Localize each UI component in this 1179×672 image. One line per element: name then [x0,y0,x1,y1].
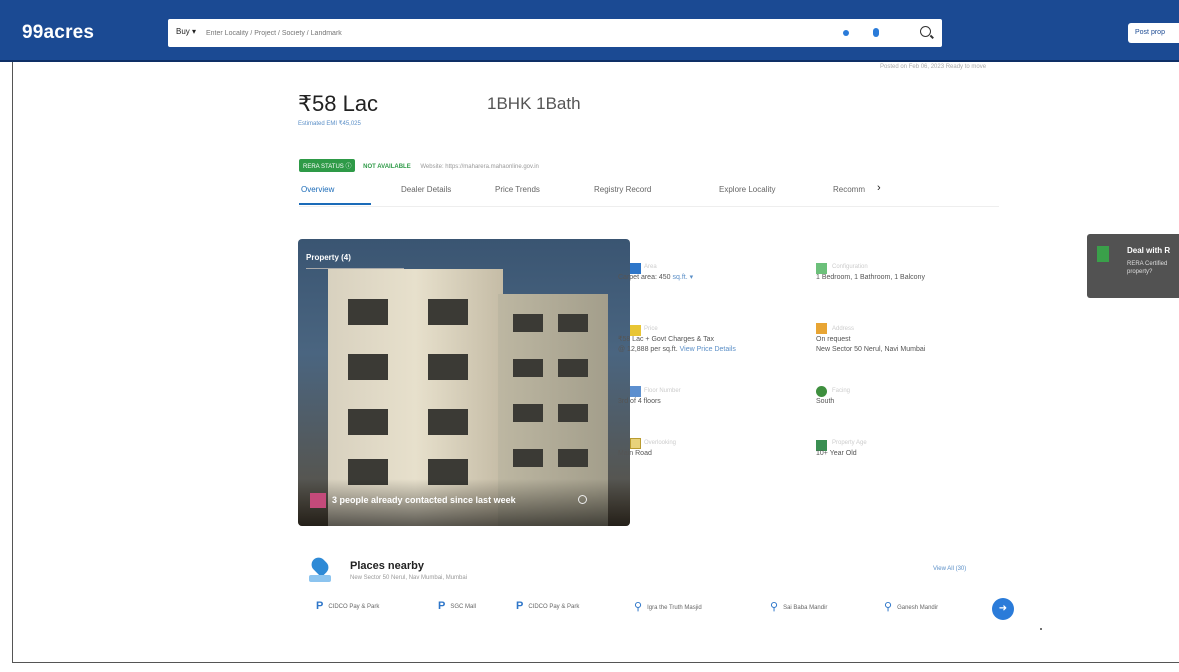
detail-area-value: Carpet area: 450 [618,274,671,281]
bhk-title: 1BHK 1Bath [487,94,581,113]
place-label: CIDCO Pay & Park [528,604,580,610]
view-price-details-link[interactable]: View Price Details [680,346,736,353]
rera-badge-label: RERA STATUS [303,164,344,170]
map-pin-icon [308,554,332,578]
place-chip[interactable]: ⚲ Igra the Truth Masjid [634,600,702,613]
parking-icon: P [516,600,524,612]
detail-price-value: ₹58 Lac + Govt Charges & Tax [618,336,714,343]
detail-overlooking-value: Main Road [618,450,652,457]
detail-config-label: Configuration [832,264,868,270]
detail-address-label: Address [832,326,855,332]
detail-address-value: On request [816,336,851,343]
detail-facing-value: South [816,398,835,405]
posted-date: Posted on Feb 06, 2023 Ready to move [880,64,987,70]
detail-price: Price ₹58 Lac + Govt Charges & Tax @ 12,… [618,326,736,355]
detail-price-label: Price [644,326,658,332]
detail-configuration: Configuration 1 Bedroom, 1 Bathroom, 1 B… [816,264,925,283]
frame-left-border [12,62,13,662]
tabs-divider [299,206,999,207]
decorative-dot [1040,628,1042,630]
deal-title: Deal with R [1127,246,1171,255]
emi-estimate[interactable]: Estimated EMI ₹45,025 [298,120,361,127]
rera-deal-banner[interactable]: Deal with R RERA Certified property? [1087,234,1179,298]
place-chip[interactable]: ⚲ Sai Baba Mandir [770,600,827,613]
bookmark-icon [1097,246,1109,262]
place-label: Igra the Truth Masjid [647,605,702,611]
area-unit-dropdown[interactable]: sq.ft. [673,274,688,281]
property-photo[interactable]: Property (4) 3 people already contacted … [298,239,630,526]
buy-label: Buy [176,27,190,36]
search-bar[interactable]: Buy ▾ [168,19,942,47]
view-all-places-link[interactable]: View All (30) [933,566,966,572]
detail-property-age: Property Age 10+ Year Old [816,440,867,459]
places-nearby-title: Places nearby [350,560,424,572]
place-label: Ganesh Mandir [897,605,939,611]
contacted-notice: 3 people already contacted since last we… [310,493,516,508]
location-icon[interactable] [843,30,849,36]
rera-website[interactable]: Website: https://maharera.mahaonline.gov… [420,164,539,170]
chevron-right-icon[interactable]: › [877,182,881,194]
buy-dropdown[interactable]: Buy ▾ [176,27,196,36]
listing-price: ₹58 Lac [298,91,379,116]
map-base-icon [309,575,331,582]
search-input[interactable] [206,23,846,43]
microphone-icon[interactable] [873,28,879,37]
detail-facing-label: Facing [832,388,851,394]
tab-registry-record[interactable]: Registry Record [594,185,651,194]
tab-overview[interactable]: Overview [301,185,334,194]
rera-row: RERA STATUS ⓘ NOT AVAILABLE Website: htt… [299,159,539,172]
detail-price-per-sqft: @ 12,888 per sq.ft. [618,346,678,353]
photo-count-label: Property (4) [306,253,351,262]
contact-avatar-icon [310,493,326,508]
detail-area-label: Area [644,264,657,270]
places-next-button[interactable]: ➜ [992,598,1014,620]
location-pin-icon: ⚲ [770,601,779,613]
detail-facing: Facing South [816,388,850,407]
arrow-right-icon: ➜ [998,603,1008,614]
post-property-button[interactable]: Post prop [1128,23,1179,43]
tab-explore-locality[interactable]: Explore Locality [719,185,775,194]
detail-address: Address On request New Sector 50 Nerul, … [816,326,925,355]
rera-status: NOT AVAILABLE [363,164,411,170]
place-label: SGC Mall [450,604,477,610]
detail-floor-value: 3rd of 4 floors [618,398,661,405]
detail-area: Area Carpet area: 450 sq.ft. ▾ [618,264,694,281]
parking-icon: P [438,600,446,612]
tab-dealer-details[interactable]: Dealer Details [401,185,451,194]
location-pin-icon: ⚲ [884,601,893,613]
contacted-text: 3 people already contacted since last we… [332,495,516,505]
detail-floor-label: Floor Number [644,388,681,394]
place-chip[interactable]: P SGC Mall [438,600,476,612]
place-label: CIDCO Pay & Park [328,604,380,610]
places-nearby-subtitle: New Sector 50 Nerul, Nav Mumbai, Mumbai [350,575,468,581]
active-tab-indicator [299,203,371,205]
detail-age-label: Property Age [832,440,867,446]
parking-icon: P [316,600,324,612]
location-pin-icon: ⚲ [634,601,643,613]
place-label: Sai Baba Mandir [783,605,828,611]
search-icon[interactable] [920,26,931,37]
detail-floor: Floor Number 3rd of 4 floors [618,388,681,407]
deal-subtitle: RERA Certified property? [1127,261,1168,275]
place-chip[interactable]: ⚲ Ganesh Mandir [884,600,938,613]
detail-overlooking: Overlooking Main Road [618,440,676,459]
tab-price-trends[interactable]: Price Trends [495,185,540,194]
place-chip[interactable]: P CIDCO Pay & Park [316,600,379,612]
detail-config-value: 1 Bedroom, 1 Bathroom, 1 Balcony [816,274,925,281]
logo[interactable]: 99acres [22,22,94,44]
rera-badge: RERA STATUS ⓘ [299,159,356,172]
detail-overlooking-label: Overlooking [644,440,677,446]
detail-age-value: 10+ Year Old [816,450,857,457]
frame-bottom-border [12,662,1179,663]
detail-address-locality: New Sector 50 Nerul, Navi Mumbai [816,346,926,353]
zoom-icon[interactable] [578,495,587,504]
tab-recommendations[interactable]: Recomm [833,185,871,194]
top-header: 99acres Buy ▾ Post prop [0,0,1179,62]
place-chip[interactable]: P CIDCO Pay & Park [516,600,579,612]
photo-caption-divider [306,268,404,269]
